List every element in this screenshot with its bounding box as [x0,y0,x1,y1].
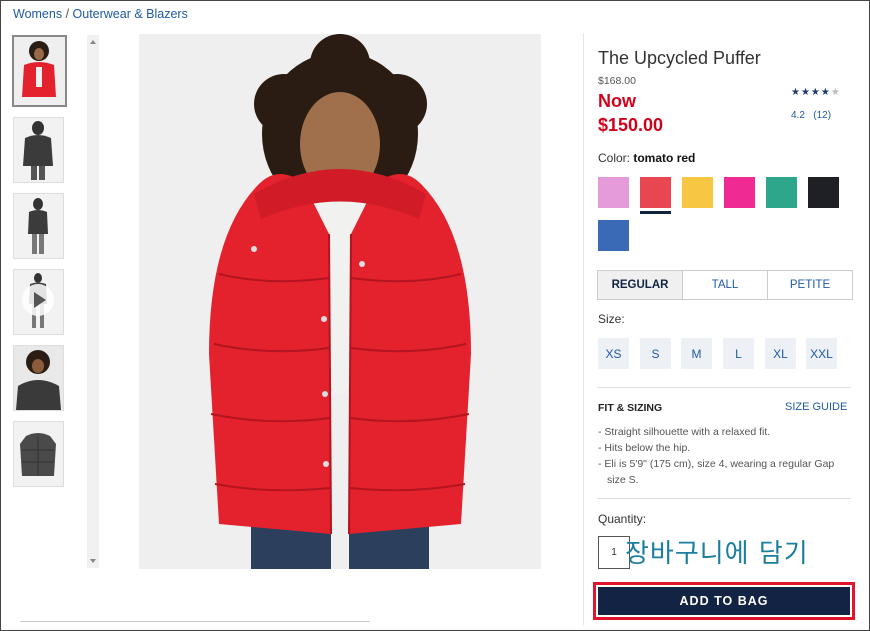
breadcrumb-womens-link[interactable]: Womens [13,7,62,21]
fit-details-list: - Straight silhouette with a relaxed fit… [598,424,848,488]
fit-tabs: REGULAR TALL PETITE [597,270,853,300]
color-label: Color: [598,151,631,165]
swatch-green[interactable] [766,177,797,208]
breadcrumb-separator: / [62,7,73,21]
thumbnail-strip [12,35,67,497]
breadcrumb: Womens / Outerwear & Blazers [13,7,188,21]
review-count: (12) [813,110,832,121]
size-guide-link[interactable]: SIZE GUIDE [785,401,847,413]
swatch-yellow[interactable] [682,177,713,208]
fit-detail-item: - Straight silhouette with a relaxed fit… [598,426,771,438]
original-price: $168.00 [598,75,636,87]
quantity-label: Quantity: [598,512,647,526]
add-to-cart-overlay-text: 장바구니에 담기 [625,539,809,569]
size-m-button[interactable]: M [681,338,712,369]
now-label: Now [598,91,636,111]
rating-stars[interactable]: ★★★★★ [791,87,841,98]
thumbnail-back-black[interactable] [13,117,64,183]
add-to-bag-button[interactable]: ADD TO BAG [598,587,850,615]
fit-detail-item: - Hits below the hip. [598,442,691,454]
main-product-image [139,34,541,569]
size-l-button[interactable]: L [723,338,754,369]
breadcrumb-outerwear-link[interactable]: Outerwear & Blazers [73,7,188,21]
divider [20,621,370,622]
thumbnail-video[interactable] [13,269,64,335]
add-to-bag-highlight: ADD TO BAG [593,582,855,620]
thumbnail-closeup-black[interactable] [13,345,64,411]
swatch-tomato-red[interactable] [640,177,671,208]
product-details-panel: The Upcycled Puffer $168.00 Now $150.00 … [583,33,866,625]
thumbnail-side-black[interactable] [13,193,64,259]
thumbnail-scrollbar[interactable] [87,35,99,568]
sale-price: $150.00 [598,115,664,135]
size-xl-button[interactable]: XL [765,338,796,369]
rating-summary[interactable]: 4.2 (12) [791,110,831,121]
swatch-pink[interactable] [724,177,755,208]
color-label-row: Color: tomato red [598,151,695,165]
scroll-up-arrow-icon[interactable] [90,40,96,44]
scroll-down-arrow-icon[interactable] [90,559,96,563]
size-xs-button[interactable]: XS [598,338,629,369]
size-s-button[interactable]: S [640,338,671,369]
swatch-blue[interactable] [598,220,629,251]
swatch-lavender[interactable] [598,177,629,208]
tab-petite[interactable]: PETITE [768,271,852,299]
divider [597,498,851,499]
fit-detail-item: - Eli is 5'9" (175 cm), size 4, wearing … [598,458,835,486]
empty-star-icon: ★ [830,87,841,98]
tab-tall[interactable]: TALL [683,271,768,299]
selected-swatch-indicator [640,211,671,214]
product-title: The Upcycled Puffer [598,48,761,68]
selected-color-name: tomato red [633,151,696,165]
fit-sizing-heading: FIT & SIZING [598,402,663,414]
tab-regular[interactable]: REGULAR [598,271,683,299]
size-xxl-button[interactable]: XXL [806,338,837,369]
thumbnail-front-red[interactable] [12,35,67,107]
divider [597,387,851,388]
thumbnail-flat-black[interactable] [13,421,64,487]
rating-value: 4.2 [791,110,805,121]
play-icon [22,284,54,316]
size-label: Size: [598,312,625,326]
swatch-black[interactable] [808,177,839,208]
filled-stars-icon: ★★★★ [791,87,831,98]
